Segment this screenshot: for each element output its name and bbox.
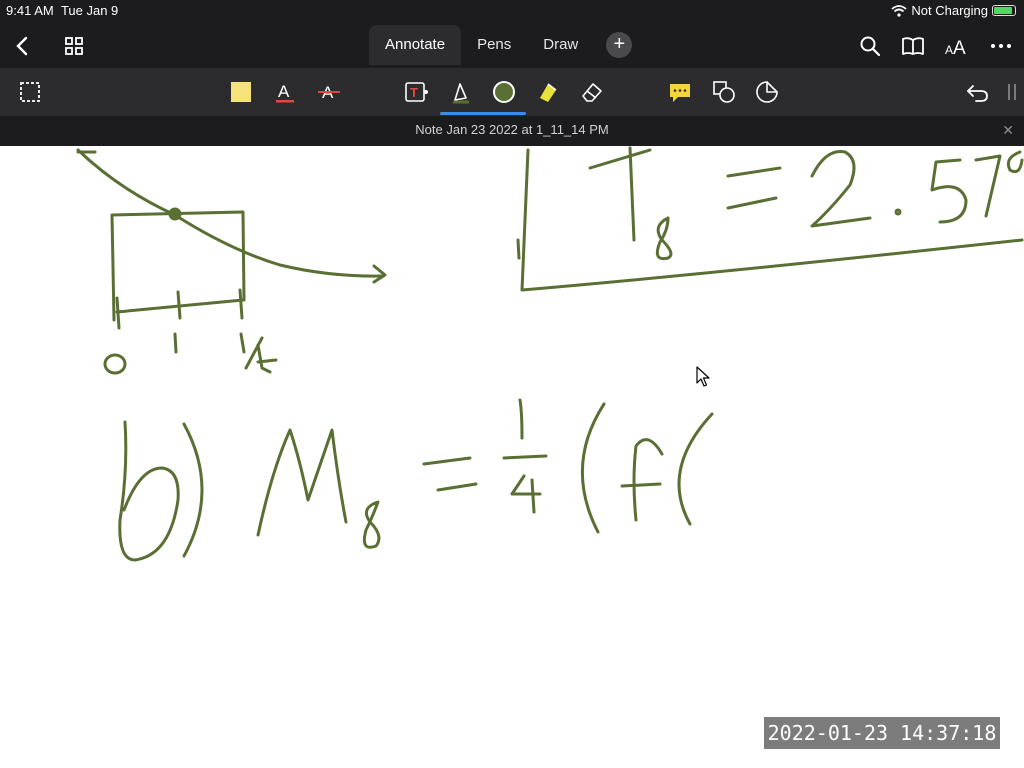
svg-text:A: A [953,38,966,59]
search-icon[interactable] [857,33,883,59]
ink-two [810,150,872,228]
ink-tick-0 [115,296,121,330]
select-icon[interactable] [16,78,44,106]
sticky-note-icon[interactable] [227,78,255,106]
note-title-bar: Note Jan 23 2022 at 1_11_14 PM ✕ [0,116,1024,146]
mode-tabs: Annotate Pens Draw + [369,25,633,65]
date-label: Tue Jan 9 [60,3,119,18]
ink-five [930,158,968,224]
back-chevron-icon[interactable] [10,33,36,59]
book-icon[interactable] [900,33,926,59]
text-box-icon[interactable]: T [402,78,430,106]
shape-icon[interactable] [710,78,738,106]
more-icon[interactable] [988,33,1014,59]
ink-M [256,428,348,537]
ink-paren-open [581,402,606,534]
top-bar: Annotate Pens Draw + AA [0,22,1024,68]
ink-numerator-1 [518,398,524,440]
time-label: 9:41 AM [6,3,54,18]
ink-paren-open-2 [677,412,714,526]
ink-f [620,438,664,522]
ink-denominator-4 [510,474,542,514]
pen-icon[interactable] [447,78,475,106]
ink-point [168,207,182,221]
ink-subscript-8-b [362,500,381,549]
ink-paren-close [182,422,204,558]
ink-tick-1 [176,290,182,320]
text-color-icon[interactable]: A [271,78,299,106]
close-note-icon[interactable]: ✕ [1002,116,1014,144]
svg-text:A: A [278,82,290,101]
ink-nine [1006,150,1024,174]
ink-label-quarter [239,332,278,374]
wifi-icon [891,4,907,17]
lasso-icon[interactable] [753,78,781,106]
status-time: 9:41 AM Tue Jan 9 [6,3,118,18]
mouse-cursor-icon [696,366,710,387]
ink-label-0 [103,353,127,375]
undo-icon[interactable] [964,78,992,106]
recording-timestamp: 2022-01-23 14:37:18 [764,717,1000,749]
tab-annotate[interactable]: Annotate [369,25,462,65]
ink-equals-b [422,456,478,492]
color-icon[interactable] [490,78,518,106]
svg-text:T: T [410,85,418,100]
status-bar: 9:41 AM Tue Jan 9 Not Charging [0,0,1024,22]
ink-seven [974,154,1002,218]
ink-b [118,420,180,562]
ink-fraction-bar [502,454,548,460]
svg-text:A: A [945,43,953,57]
note-title: Note Jan 23 2022 at 1_11_14 PM [415,122,609,137]
highlighter-icon[interactable] [534,78,562,106]
ink-arrow-head-right [372,264,387,284]
ink-T [588,146,652,242]
eraser-icon[interactable] [578,78,606,106]
add-tab-button[interactable]: + [606,32,633,58]
tab-draw[interactable]: Draw [527,25,594,65]
strikethrough-icon[interactable]: A [315,78,343,106]
comment-icon[interactable] [666,78,694,106]
grid-icon[interactable] [61,33,87,59]
ink-equals [726,166,782,210]
battery-icon [992,5,1016,16]
ink-subscript-8 [655,216,673,261]
active-tool-indicator [440,112,526,115]
ink-tick-2 [238,288,244,320]
ink-label-1 [173,332,178,354]
annotation-toolbar: A A T [0,68,1024,116]
drawing-canvas[interactable] [0,146,1024,768]
text-size-icon[interactable]: AA [944,33,970,59]
charging-label: Not Charging [911,3,988,18]
collapse-icon[interactable] [998,78,1024,106]
tab-pens[interactable]: Pens [461,25,527,65]
ink-decimal-point [894,208,902,216]
